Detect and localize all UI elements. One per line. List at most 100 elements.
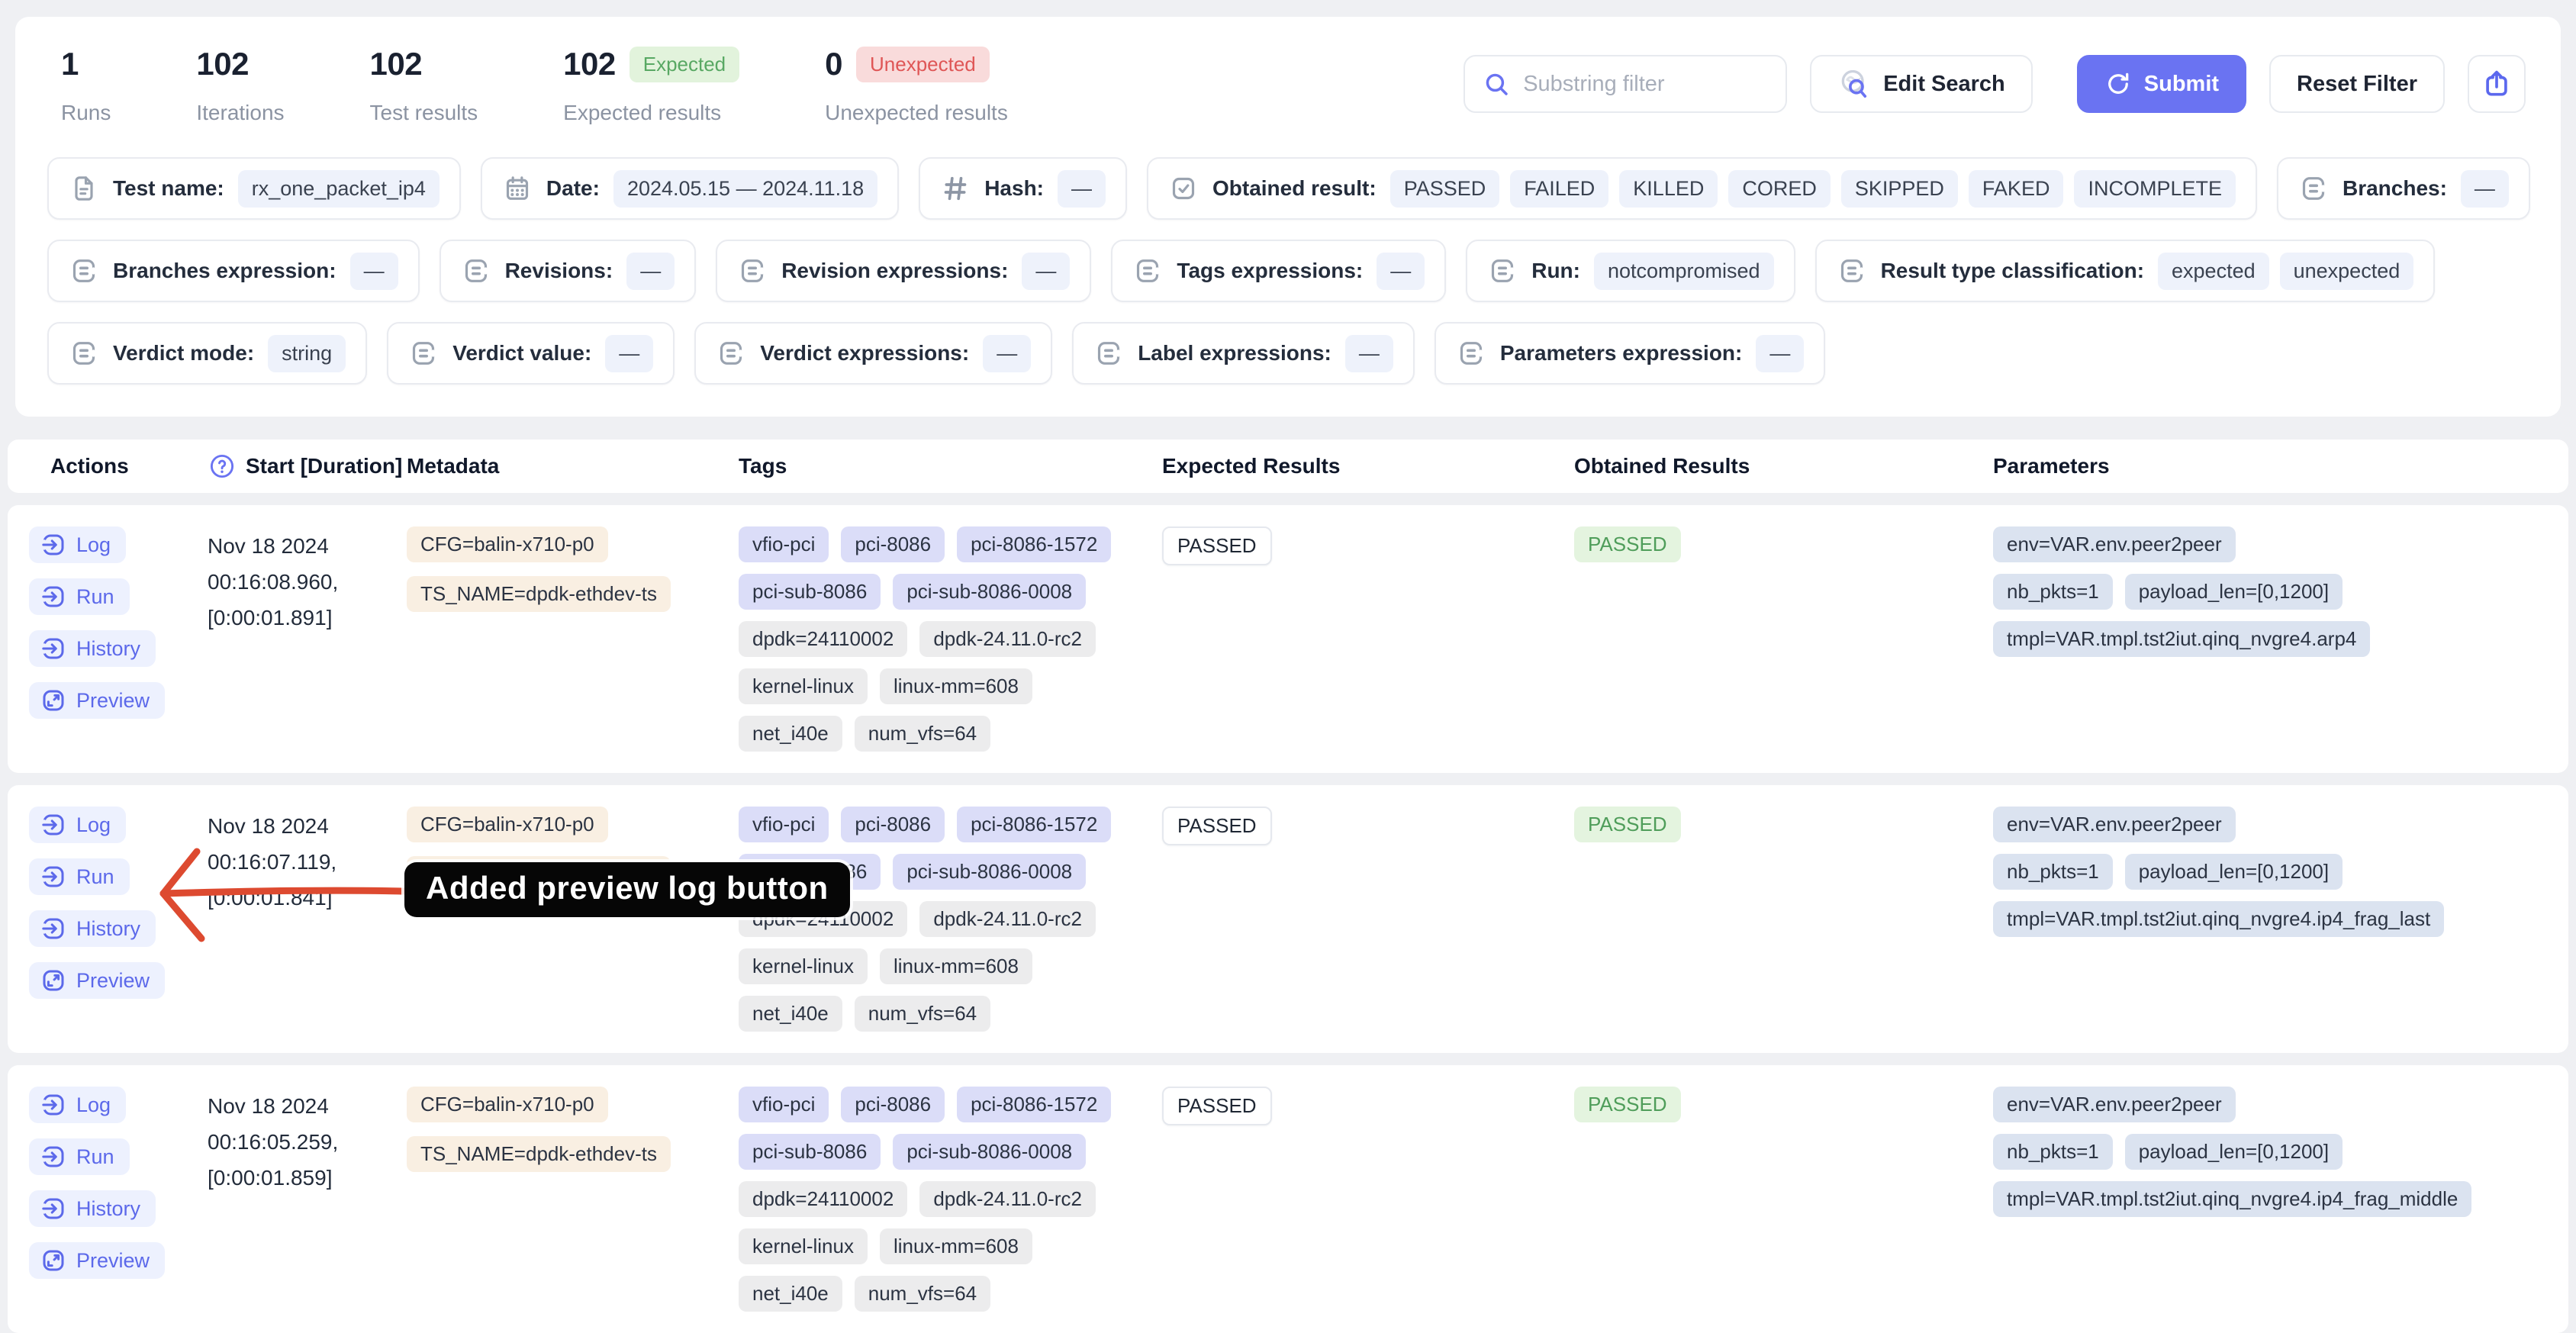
expected-results-cell: PASSED <box>1162 1087 1574 1125</box>
metadata-chip: CFG=balin-x710-p0 <box>407 526 608 562</box>
share-button[interactable] <box>2468 55 2526 113</box>
log-button[interactable]: Log <box>29 526 126 563</box>
metadata-chip: CFG=balin-x710-p0 <box>407 1087 608 1122</box>
parameter-chip: tmpl=VAR.tmpl.tst2iut.qinq_nvgre4.arp4 <box>1993 621 2370 657</box>
question-icon[interactable] <box>208 452 237 481</box>
run-button[interactable]: Run <box>29 578 130 615</box>
preview-button[interactable]: Preview <box>29 682 165 719</box>
filter-chip-verdict-mode[interactable]: Verdict mode:string <box>47 322 367 385</box>
filter-chip-revision-expressions[interactable]: Revision expressions: — <box>716 240 1091 302</box>
filter-chip-obtained-result[interactable]: Obtained result:PASSEDFAILEDKILLEDCOREDS… <box>1147 157 2257 220</box>
filter-chip-run[interactable]: Run:notcompromised <box>1466 240 1795 302</box>
actions-cell: Log Run History Preview <box>29 1087 208 1279</box>
filter-chips: Test name:rx_one_packet_ip4 Date:2024.05.… <box>47 157 2526 385</box>
filter-chip-branches[interactable]: Branches:— <box>2277 157 2530 220</box>
filter-label: Branches expression: <box>113 259 336 283</box>
tag-chip: kernel-linux <box>739 948 868 984</box>
note-icon <box>1132 256 1163 286</box>
box-arrow-icon <box>40 635 67 662</box>
actions-cell: Log Run History Preview <box>29 526 208 719</box>
stat-label: Test results <box>370 101 478 125</box>
stat-value: 1 <box>61 46 79 82</box>
filter-row: Branches expression:—Revisions:—Revision… <box>47 240 2526 302</box>
expected-result-chip: PASSED <box>1162 526 1272 565</box>
tag-chip: linux-mm=608 <box>880 668 1032 704</box>
tag-chip: net_i40e <box>739 1276 842 1312</box>
filter-value: — <box>626 253 675 290</box>
filter-chip-verdict-value[interactable]: Verdict value:— <box>387 322 675 385</box>
preview-icon <box>40 967 67 994</box>
filter-chip-test-name[interactable]: Test name:rx_one_packet_ip4 <box>47 157 461 220</box>
filter-value: — <box>1756 335 1804 372</box>
note-icon <box>1093 338 1124 369</box>
run-button[interactable]: Run <box>29 1138 130 1175</box>
filter-chip-date[interactable]: Date:2024.05.15 — 2024.11.18 <box>481 157 899 220</box>
metadata-cell: CFG=balin-x710-p0TS_NAME=dpdk-ethdev-ts <box>407 1087 739 1172</box>
filter-value: FAKED <box>1969 170 2064 208</box>
filter-value: — <box>1022 253 1070 290</box>
column-header-label: Expected Results <box>1162 454 1340 478</box>
filter-label: Obtained result: <box>1212 176 1377 201</box>
filter-chip-revisions[interactable]: Revisions:— <box>440 240 697 302</box>
expected-results-cell: PASSED <box>1162 526 1574 565</box>
tag-chip: pci-8086 <box>841 1087 945 1122</box>
log-button[interactable]: Log <box>29 807 126 843</box>
stat-runs: 1 Runs <box>61 43 111 125</box>
filter-value: SKIPPED <box>1841 170 1958 208</box>
stat-label: Runs <box>61 101 111 125</box>
filter-label: Label expressions: <box>1138 341 1331 365</box>
parameter-chip: payload_len=[0,1200] <box>2125 1134 2343 1170</box>
reset-filter-button[interactable]: Reset Filter <box>2269 55 2445 113</box>
tag-chip: dpdk-24.11.0-rc2 <box>919 621 1096 657</box>
history-button[interactable]: History <box>29 630 156 667</box>
tag-chip: linux-mm=608 <box>880 1228 1032 1264</box>
action-label: Log <box>76 813 111 837</box>
tag-chip: pci-8086-1572 <box>957 526 1111 562</box>
obtained-result-chip: PASSED <box>1574 1087 1681 1122</box>
filter-label: Revision expressions: <box>781 259 1008 283</box>
filter-row: Test name:rx_one_packet_ip4 Date:2024.05.… <box>47 157 2526 220</box>
search-icon <box>1482 69 1511 98</box>
history-button[interactable]: History <box>29 1190 156 1227</box>
submit-button[interactable]: Submit <box>2077 55 2246 113</box>
filter-chip-parameters-expression[interactable]: Parameters expression: — <box>1435 322 1826 385</box>
tag-chip: net_i40e <box>739 996 842 1032</box>
box-arrow-icon <box>40 1143 67 1170</box>
tag-chip: vfio-pci <box>739 1087 829 1122</box>
filter-chip-hash[interactable]: Hash:— <box>919 157 1127 220</box>
run-stats: 1Runs102Iterations102Test results102Expe… <box>47 43 1008 125</box>
filter-chip-tags-expressions[interactable]: Tags expressions:— <box>1111 240 1446 302</box>
search-input[interactable] <box>1523 72 1769 97</box>
parameter-chip: tmpl=VAR.tmpl.tst2iut.qinq_nvgre4.ip4_fr… <box>1993 901 2444 937</box>
filter-value: — <box>1345 335 1393 372</box>
expected-result-chip: PASSED <box>1162 1087 1272 1125</box>
note-icon <box>716 338 746 369</box>
column-header-tags: Tags <box>739 454 1162 478</box>
filter-chip-label-expressions[interactable]: Label expressions: — <box>1072 322 1415 385</box>
filter-label: Parameters expression: <box>1500 341 1743 365</box>
box-arrow-icon <box>40 863 67 890</box>
edit-search-button[interactable]: Edit Search <box>1810 55 2033 113</box>
log-button[interactable]: Log <box>29 1087 126 1123</box>
filter-value: 2024.05.15 — 2024.11.18 <box>613 170 877 208</box>
start-duration-cell: Nov 18 202400:16:08.960,[0:00:01.891] <box>208 526 407 636</box>
stat-expected-results: 102ExpectedExpected results <box>563 43 739 125</box>
substring-filter-box[interactable] <box>1463 55 1787 113</box>
tag-chip: pci-sub-8086 <box>739 574 881 610</box>
tag-chip: dpdk-24.11.0-rc2 <box>919 1181 1096 1217</box>
filter-chip-branches-expression[interactable]: Branches expression:— <box>47 240 420 302</box>
filter-chip-result-type-classification[interactable]: Result type classification:expectedunexp… <box>1815 240 2436 302</box>
preview-button[interactable]: Preview <box>29 1242 165 1279</box>
preview-icon <box>40 687 67 714</box>
column-header-actions: Actions <box>29 454 208 478</box>
box-arrow-icon <box>40 1091 67 1119</box>
filter-value: string <box>268 335 346 372</box>
filter-label: Hash: <box>984 176 1044 201</box>
column-header-label: Obtained Results <box>1574 454 1750 478</box>
filter-values: string <box>268 335 346 372</box>
tag-chip: pci-sub-8086 <box>739 1134 881 1170</box>
filter-chip-verdict-expressions[interactable]: Verdict expressions:— <box>694 322 1052 385</box>
tag-chip: linux-mm=608 <box>880 948 1032 984</box>
filter-value: — <box>605 335 653 372</box>
filter-value: — <box>983 335 1031 372</box>
